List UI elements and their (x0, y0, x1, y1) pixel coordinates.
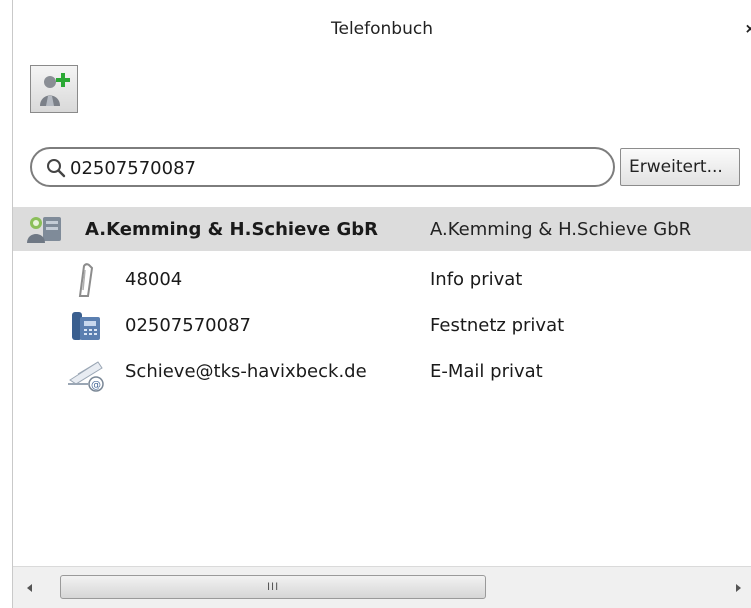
scroll-right-arrow-icon[interactable] (736, 584, 741, 592)
contact-display-name: A.Kemming & H.Schieve GbR (430, 219, 692, 240)
email-icon: @ (68, 361, 104, 392)
search-icon (47, 159, 66, 178)
add-contact-icon (40, 73, 70, 106)
svg-text:@: @ (91, 380, 101, 391)
entry-value: 02507570087 (125, 315, 251, 336)
entry-value: Schieve@tks-havixbeck.de (125, 361, 367, 382)
search-field[interactable] (30, 147, 615, 187)
advanced-search-button[interactable]: Erweitert... (620, 148, 740, 186)
entry-type: Info privat (430, 269, 523, 290)
list-item-phone[interactable]: 02507570087 Festnetz privat (13, 303, 751, 349)
add-contact-button[interactable] (30, 65, 78, 113)
list-item-email[interactable]: @ Schieve@tks-havixbeck.de E-Mail privat (13, 349, 751, 395)
contact-name: A.Kemming & H.Schieve GbR (85, 219, 379, 240)
list-item-info[interactable]: 48004 Info privat (13, 257, 751, 303)
entry-type: E-Mail privat (430, 361, 543, 382)
scrollbar-grip: III (267, 581, 280, 593)
note-clip-icon (78, 263, 94, 297)
scrollbar-thumb[interactable]: III (60, 575, 486, 599)
close-icon[interactable]: × (746, 22, 751, 38)
entry-value: 48004 (125, 269, 183, 290)
entry-type: Festnetz privat (430, 315, 565, 336)
horizontal-scrollbar[interactable]: III (13, 566, 751, 608)
contact-card-icon (27, 217, 61, 243)
phonebook-window: Telefonbuch × Erweitert... A.Kemming & H… (13, 0, 751, 608)
contact-row[interactable]: A.Kemming & H.Schieve GbR A.Kemming & H.… (13, 207, 751, 251)
window-left-edge (0, 0, 13, 608)
landline-phone-icon (72, 312, 100, 340)
search-input[interactable] (70, 156, 600, 180)
title-bar: Telefonbuch × (13, 0, 751, 56)
scroll-left-arrow-icon[interactable] (27, 584, 32, 592)
window-title: Telefonbuch (331, 19, 433, 39)
